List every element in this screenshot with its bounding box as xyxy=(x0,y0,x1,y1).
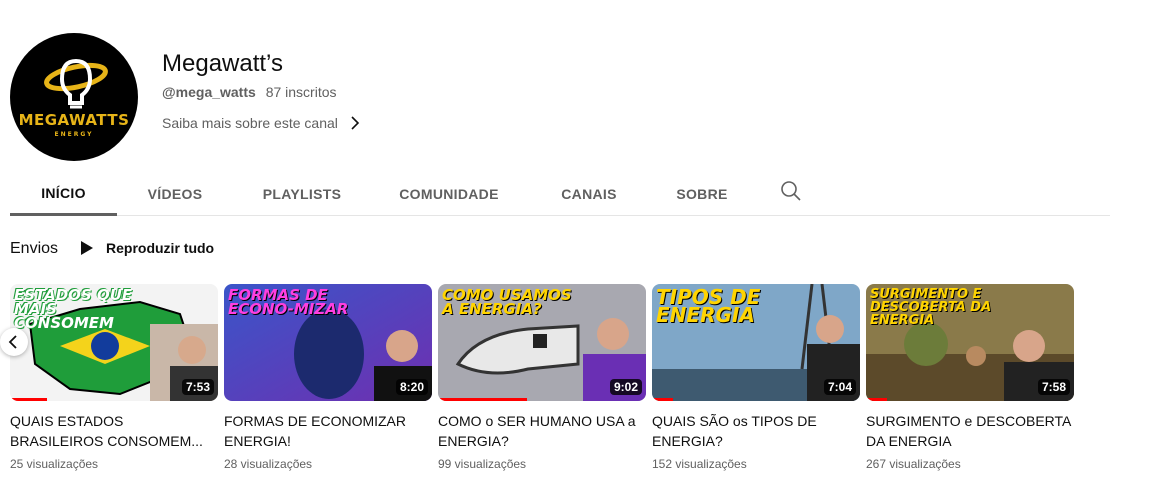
video-card[interactable]: FORMAS DE ECONO-MIZAR 8:20 FORMAS DE ECO… xyxy=(224,284,432,471)
video-views: 152 visualizações xyxy=(652,457,747,471)
video-card[interactable]: COMO USAMOS A ENERGIA? 9:02 COMO o SER H… xyxy=(438,284,646,471)
tab-videos[interactable]: VÍDEOS xyxy=(130,173,220,215)
channel-handle: @mega_watts xyxy=(162,84,256,100)
video-card[interactable]: SURGIMENTO E DESCOBERTA DA ENERGIA 7:58 … xyxy=(866,284,1074,471)
video-duration: 7:58 xyxy=(1037,379,1070,395)
channel-avatar[interactable]: MEGAWATTS ENERGY xyxy=(10,33,138,161)
tab-label: SOBRE xyxy=(676,186,728,202)
tab-comunidade[interactable]: COMUNIDADE xyxy=(390,173,508,215)
about-channel-label: Saiba mais sobre este canal xyxy=(162,115,338,131)
video-thumbnail[interactable]: TIPOS DE ENERGIA 7:04 xyxy=(652,284,860,401)
tab-canais[interactable]: CANAIS xyxy=(550,173,628,215)
play-icon xyxy=(81,241,93,255)
video-views: 25 visualizações xyxy=(10,457,99,471)
tab-label: COMUNIDADE xyxy=(399,186,499,202)
tab-playlists[interactable]: PLAYLISTS xyxy=(250,173,354,215)
video-duration: 7:04 xyxy=(823,379,856,395)
channel-search-button[interactable] xyxy=(780,180,802,207)
video-title[interactable]: COMO o SER HUMANO USA a ENERGIA? xyxy=(438,411,646,451)
play-all-button[interactable]: Reproduzir tudo xyxy=(80,240,214,256)
video-duration: 7:53 xyxy=(181,379,214,395)
video-thumbnail[interactable]: FORMAS DE ECONO-MIZAR 8:20 xyxy=(224,284,432,401)
tab-sobre[interactable]: SOBRE xyxy=(666,173,738,215)
video-duration: 9:02 xyxy=(609,379,642,395)
chevron-left-icon xyxy=(8,335,17,349)
video-title[interactable]: FORMAS DE ECONOMIZAR ENERGIA! xyxy=(224,411,432,451)
subscriber-count: 87 inscritos xyxy=(265,84,337,100)
thumbnail-text: COMO USAMOS A ENERGIA? xyxy=(442,286,572,318)
video-views: 267 visualizações xyxy=(866,457,961,471)
tab-label: VÍDEOS xyxy=(147,186,203,202)
thumbnail-text: SURGIMENTO E DESCOBERTA DA ENERGIA xyxy=(870,287,992,328)
thumbnail-text: ESTADOS QUE MAIS CONSOMEM xyxy=(14,286,133,332)
lightbulb-logo-icon xyxy=(44,58,108,109)
play-all-label: Reproduzir tudo xyxy=(106,240,215,256)
video-title[interactable]: QUAIS ESTADOS BRASILEIROS CONSOMEM... xyxy=(10,411,218,451)
video-card[interactable]: TIPOS DE ENERGIA 7:04 QUAIS SÃO os TIPOS… xyxy=(652,284,860,471)
avatar-brand-subtext: ENERGY xyxy=(54,131,94,138)
carousel-prev-button[interactable] xyxy=(0,328,28,356)
channel-tabs: INÍCIO VÍDEOS PLAYLISTS COMUNIDADE CANAI… xyxy=(10,173,1110,216)
watch-progress xyxy=(652,398,673,401)
watch-progress xyxy=(866,398,887,401)
tab-label: CANAIS xyxy=(561,186,617,202)
avatar-brand-text: MEGAWATTS xyxy=(18,111,130,129)
video-title[interactable]: SURGIMENTO e DESCOBERTA DA ENERGIA xyxy=(866,411,1074,451)
video-card[interactable]: ESTADOS QUE MAIS CONSOMEM 7:53 QUAIS EST… xyxy=(10,284,218,471)
thumbnail-text: FORMAS DE ECONO-MIZAR xyxy=(228,286,349,318)
channel-name: Megawatt’s xyxy=(162,50,283,77)
tab-label: PLAYLISTS xyxy=(262,186,342,202)
about-channel-link[interactable]: Saiba mais sobre este canal xyxy=(162,115,362,131)
channel-meta: @mega_watts 87 inscritos xyxy=(162,84,337,100)
section-title: Envios xyxy=(10,240,59,257)
video-views: 99 visualizações xyxy=(438,457,527,471)
chevron-right-icon xyxy=(351,116,360,130)
video-thumbnail[interactable]: ESTADOS QUE MAIS CONSOMEM 7:53 xyxy=(10,284,218,401)
video-thumbnail[interactable]: SURGIMENTO E DESCOBERTA DA ENERGIA 7:58 xyxy=(866,284,1074,401)
video-duration: 8:20 xyxy=(395,379,428,395)
watch-progress xyxy=(10,398,48,401)
thumbnail-text: TIPOS DE ENERGIA xyxy=(656,285,761,327)
tab-inicio[interactable]: INÍCIO xyxy=(10,173,117,216)
video-title[interactable]: QUAIS SÃO os TIPOS DE ENERGIA? xyxy=(652,411,860,451)
watch-progress xyxy=(438,398,528,401)
tab-label: INÍCIO xyxy=(41,185,86,201)
video-thumbnail[interactable]: COMO USAMOS A ENERGIA? 9:02 xyxy=(438,284,646,401)
search-icon xyxy=(781,181,801,201)
video-views: 28 visualizações xyxy=(224,457,313,471)
